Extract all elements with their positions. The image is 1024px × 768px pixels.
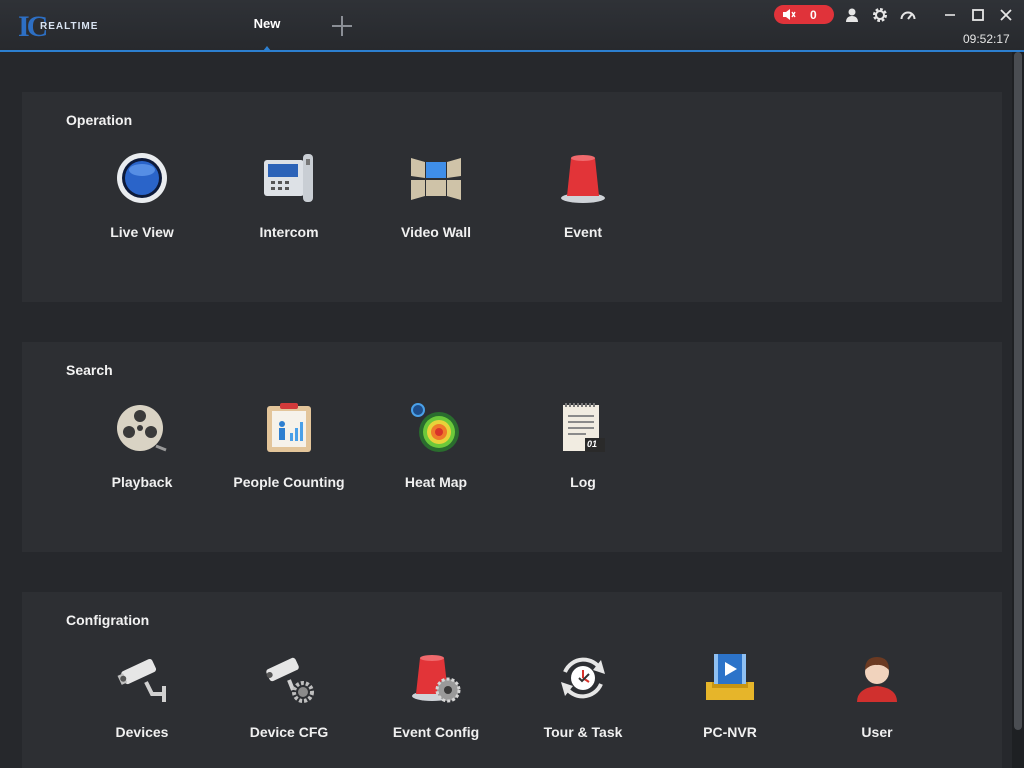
devices-icon bbox=[117, 658, 166, 702]
section-title: Operation bbox=[66, 112, 133, 128]
heat-map-button[interactable]: Heat Map bbox=[371, 402, 501, 502]
section-operation: Operation Live View Intercom Video Wall … bbox=[22, 92, 1002, 302]
pc-nvr-icon bbox=[706, 654, 754, 700]
maximize-button[interactable] bbox=[968, 5, 988, 25]
playback-label: Playback bbox=[111, 474, 173, 490]
title-bar: IC REALTIME New 0 09:52:17 bbox=[0, 0, 1024, 52]
add-tab-button[interactable] bbox=[330, 14, 354, 38]
playback-button[interactable]: Playback bbox=[77, 402, 207, 502]
people-counting-button[interactable]: People Counting bbox=[224, 402, 354, 502]
section-title: Search bbox=[66, 362, 113, 378]
event-label: Event bbox=[563, 224, 603, 240]
user-button[interactable]: User bbox=[812, 652, 942, 752]
event-config-label: Event Config bbox=[392, 724, 480, 740]
speaker-mute-icon bbox=[783, 9, 796, 20]
log-button[interactable]: 01 Log bbox=[518, 402, 648, 502]
video-wall-button[interactable]: Video Wall bbox=[371, 152, 501, 252]
device-cfg-icon bbox=[266, 657, 314, 703]
alarm-button[interactable]: 0 bbox=[774, 5, 834, 24]
people-counting-label: People Counting bbox=[233, 474, 345, 490]
alarm-count: 0 bbox=[810, 8, 817, 22]
pc-nvr-label: PC-NVR bbox=[703, 724, 757, 740]
video-wall-label: Video Wall bbox=[400, 224, 471, 240]
event-button[interactable]: Event bbox=[518, 152, 648, 252]
tab-label: New bbox=[253, 16, 281, 31]
close-button[interactable] bbox=[996, 5, 1016, 25]
people-counting-icon bbox=[267, 403, 311, 452]
video-wall-icon bbox=[411, 158, 461, 200]
clock: 09:52:17 bbox=[963, 32, 1010, 46]
devices-label: Devices bbox=[115, 724, 169, 740]
vertical-scrollbar[interactable] bbox=[1012, 52, 1024, 768]
heat-map-label: Heat Map bbox=[404, 474, 468, 490]
log-date-badge: 01 bbox=[587, 439, 598, 449]
performance-gauge-icon[interactable] bbox=[899, 6, 917, 24]
tour-task-icon bbox=[561, 657, 605, 699]
devices-button[interactable]: Devices bbox=[77, 652, 207, 752]
live-view-label: Live View bbox=[110, 224, 174, 240]
scrollbar-thumb[interactable] bbox=[1014, 52, 1022, 730]
log-label: Log bbox=[570, 474, 596, 490]
event-config-icon bbox=[412, 655, 461, 703]
tour-task-button[interactable]: Tour & Task bbox=[518, 652, 648, 752]
tab-new[interactable]: New bbox=[238, 0, 296, 51]
heat-map-icon bbox=[411, 403, 459, 452]
device-cfg-label: Device CFG bbox=[249, 724, 329, 740]
user-label: User bbox=[861, 724, 893, 740]
gear-icon[interactable] bbox=[871, 6, 889, 24]
event-config-button[interactable]: Event Config bbox=[371, 652, 501, 752]
device-cfg-button[interactable]: Device CFG bbox=[224, 652, 354, 752]
tour-task-label: Tour & Task bbox=[543, 724, 623, 740]
log-icon bbox=[563, 403, 605, 452]
user-account-icon[interactable] bbox=[843, 6, 861, 24]
intercom-button[interactable]: Intercom bbox=[224, 152, 354, 252]
live-view-icon bbox=[117, 153, 167, 203]
active-tab-indicator bbox=[263, 46, 271, 51]
section-configration: Configration Devices Device CFG Event Co… bbox=[22, 592, 1002, 768]
live-view-button[interactable]: Live View bbox=[77, 152, 207, 252]
section-search: Search Playback People Counting Heat Map… bbox=[22, 342, 1002, 552]
logo: IC REALTIME bbox=[18, 10, 99, 43]
intercom-icon bbox=[264, 154, 313, 202]
event-icon bbox=[561, 155, 605, 203]
minimize-button[interactable] bbox=[940, 5, 960, 25]
pc-nvr-button[interactable]: PC-NVR bbox=[665, 652, 795, 752]
user-icon bbox=[857, 657, 897, 702]
section-title: Configration bbox=[66, 612, 150, 628]
intercom-label: Intercom bbox=[259, 224, 319, 240]
playback-icon bbox=[117, 405, 167, 452]
